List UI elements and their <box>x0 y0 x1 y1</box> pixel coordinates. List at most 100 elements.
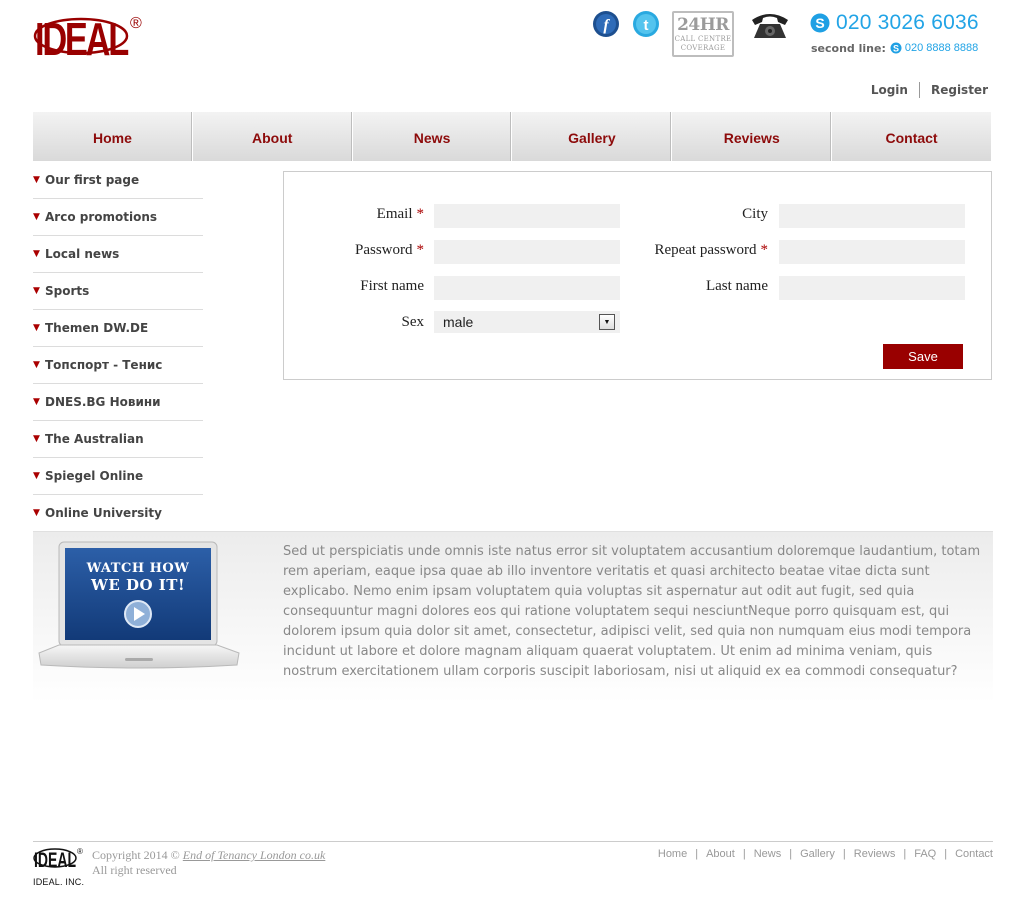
main-nav: Home About News Gallery Reviews Contact <box>33 112 991 161</box>
sex-select[interactable]: male ▼ <box>434 311 620 333</box>
promo-section: WATCH HOW WE DO IT! Sed ut perspiciatis … <box>33 531 993 703</box>
register-link[interactable]: Register <box>931 83 988 97</box>
city-label: City <box>742 206 768 222</box>
facebook-icon[interactable]: f <box>592 10 620 38</box>
sidebar-item-local-news[interactable]: ▼ Local news <box>33 236 203 273</box>
badge-24hr: 24HR <box>677 15 729 35</box>
login-link[interactable]: Login <box>871 83 908 97</box>
main-phone-number: 020 3026 6036 <box>836 11 979 34</box>
required-mark: * <box>416 206 425 222</box>
arrow-icon: ▼ <box>33 508 40 518</box>
last-name-label: Last name <box>705 278 768 294</box>
sidebar-item-label: Spiegel Online <box>45 469 144 483</box>
email-field[interactable] <box>434 204 620 228</box>
registration-form: Email * Password * First name Sex male ▼ C… <box>283 171 992 380</box>
save-button[interactable]: Save <box>883 344 963 369</box>
auth-links: Login Register <box>871 82 988 98</box>
arrow-icon: ▼ <box>33 434 40 444</box>
sidebar-item-dnes-bg[interactable]: ▼ DNES.BG Новини <box>33 384 203 421</box>
footer-logo[interactable]: IDEAL ® IDEAL. INC. <box>33 846 85 887</box>
sidebar-item-arco-promotions[interactable]: ▼ Arco promotions <box>33 199 203 236</box>
first-name-field[interactable] <box>434 276 620 300</box>
footer-link-news[interactable]: News <box>754 848 782 860</box>
last-name-field[interactable] <box>779 276 965 300</box>
sidebar-item-label: Топспорт - Тенис <box>45 358 163 372</box>
arrow-icon: ▼ <box>33 323 40 333</box>
arrow-icon: ▼ <box>33 175 40 185</box>
sidebar-item-label: DNES.BG Новини <box>45 395 161 409</box>
telephone-icon <box>748 10 792 45</box>
nav-home[interactable]: Home <box>33 112 193 161</box>
second-phone-number: 020 8888 8888 <box>904 42 979 54</box>
repeat-password-field[interactable] <box>779 240 965 264</box>
sidebar: ▼ Our first page ▼ Arco promotions ▼ Local … <box>33 162 203 532</box>
badge-line1: CALL CENTRE <box>674 35 732 43</box>
svg-text:IDEAL: IDEAL <box>34 849 76 870</box>
arrow-icon: ▼ <box>33 397 40 407</box>
arrow-icon: ▼ <box>33 212 40 222</box>
sidebar-item-themen-dw[interactable]: ▼ Themen DW.DE <box>33 310 203 347</box>
second-phone: second line: S 020 8888 8888 <box>811 41 978 55</box>
auth-divider <box>918 82 920 98</box>
sidebar-item-label: Local news <box>45 247 120 261</box>
sidebar-item-topsport[interactable]: ▼ Топспорт - Тенис <box>33 347 203 384</box>
svg-text:t: t <box>644 17 649 34</box>
second-line-label: second line: <box>811 41 886 55</box>
sidebar-item-label: The Australian <box>45 432 144 446</box>
sidebar-item-online-university[interactable]: ▼ Online University <box>33 495 203 532</box>
svg-text:IDEAL: IDEAL <box>35 13 128 63</box>
sex-select-value: male <box>443 314 474 330</box>
password-field[interactable] <box>434 240 620 264</box>
svg-text:S: S <box>893 44 899 54</box>
call-centre-badge: 24HR CALL CENTRE COVERAGE <box>672 11 734 57</box>
sidebar-item-our-first-page[interactable]: ▼ Our first page <box>33 162 203 199</box>
promo-text: Sed ut perspiciatis unde omnis iste natu… <box>283 544 981 679</box>
city-field[interactable] <box>779 204 965 228</box>
email-label: Email * <box>376 206 425 222</box>
footer-link-about[interactable]: About <box>706 848 735 860</box>
skype-icon: S <box>810 13 830 33</box>
footer-link-gallery[interactable]: Gallery <box>800 848 835 860</box>
svg-text:®: ® <box>77 847 83 856</box>
nav-contact[interactable]: Contact <box>832 112 991 161</box>
ideal-logo[interactable]: IDEAL ® <box>33 11 145 63</box>
password-label: Password * <box>354 242 425 258</box>
arrow-icon: ▼ <box>33 471 40 481</box>
video-laptop[interactable]: WATCH HOW WE DO IT! <box>37 541 241 676</box>
repeat-password-label: Repeat password * <box>654 242 769 258</box>
video-caption-line1: WATCH HOW <box>86 561 190 576</box>
badge-line2: COVERAGE <box>680 44 726 52</box>
footer-nav: Home | About | News | Gallery | Reviews | FAQ… <box>657 848 993 860</box>
first-name-label: First name <box>360 278 424 294</box>
sidebar-item-label: Online University <box>45 506 162 520</box>
sex-label: Sex <box>401 314 425 330</box>
sidebar-item-spiegel-online[interactable]: ▼ Spiegel Online <box>33 458 203 495</box>
footer-logo-sub: IDEAL. INC. <box>33 877 85 887</box>
nav-reviews[interactable]: Reviews <box>672 112 833 161</box>
sidebar-item-label: Themen DW.DE <box>45 321 149 335</box>
copyright: Copyright 2014 © End of Tenancy London c… <box>92 848 325 878</box>
footer-link-home[interactable]: Home <box>658 848 687 860</box>
sidebar-item-sports[interactable]: ▼ Sports <box>33 273 203 310</box>
copyright-prefix: Copyright 2014 © <box>92 848 180 862</box>
twitter-icon[interactable]: t <box>632 10 660 38</box>
arrow-icon: ▼ <box>33 360 40 370</box>
arrow-icon: ▼ <box>33 249 40 259</box>
svg-text:®: ® <box>130 15 142 32</box>
arrow-icon: ▼ <box>33 286 40 296</box>
required-mark: * <box>760 242 769 258</box>
copyright-link[interactable]: End of Tenancy London co.uk <box>183 848 326 862</box>
nav-about[interactable]: About <box>193 112 353 161</box>
sidebar-item-label: Our first page <box>45 173 140 187</box>
nav-news[interactable]: News <box>353 112 513 161</box>
footer-link-contact[interactable]: Contact <box>955 848 993 860</box>
footer-link-faq[interactable]: FAQ <box>914 848 936 860</box>
sidebar-item-the-australian[interactable]: ▼ The Australian <box>33 421 203 458</box>
footer-link-reviews[interactable]: Reviews <box>854 848 896 860</box>
footer-divider <box>33 841 993 842</box>
dropdown-arrow-icon[interactable]: ▼ <box>599 314 615 330</box>
main-phone: S 020 3026 6036 <box>810 10 979 36</box>
nav-gallery[interactable]: Gallery <box>512 112 673 161</box>
video-caption-line2: WE DO IT! <box>90 576 186 594</box>
required-mark: * <box>416 242 425 258</box>
